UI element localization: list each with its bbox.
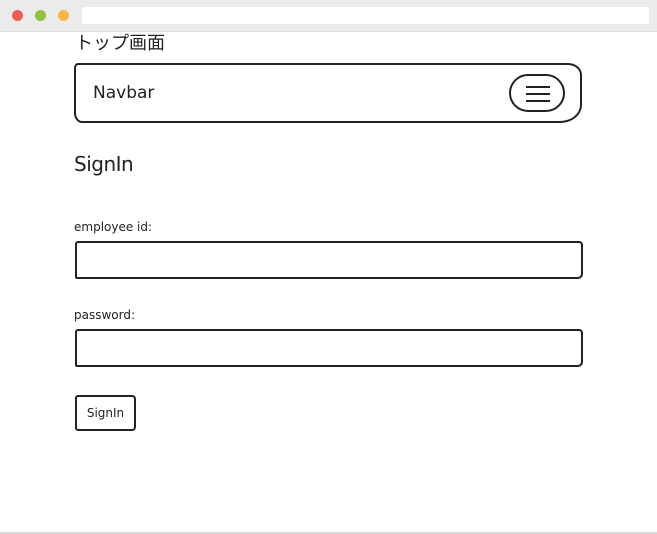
minimize-window-dot[interactable] xyxy=(58,10,69,21)
address-bar[interactable] xyxy=(82,7,649,24)
page-title: トップ画面 xyxy=(75,33,165,54)
employee-id-field[interactable] xyxy=(75,241,583,279)
browser-chrome xyxy=(0,0,657,32)
maximize-window-dot[interactable] xyxy=(35,10,46,21)
hamburger-menu-icon[interactable] xyxy=(509,74,565,112)
password-label: password: xyxy=(74,308,136,322)
employee-id-label: employee id: xyxy=(74,220,153,234)
close-window-dot[interactable] xyxy=(12,10,23,21)
password-field[interactable] xyxy=(75,329,583,367)
navbar: Navbar xyxy=(74,63,582,123)
navbar-brand[interactable]: Navbar xyxy=(93,83,154,103)
signin-button[interactable]: SignIn xyxy=(75,395,136,431)
signin-heading: SignIn xyxy=(74,152,134,176)
